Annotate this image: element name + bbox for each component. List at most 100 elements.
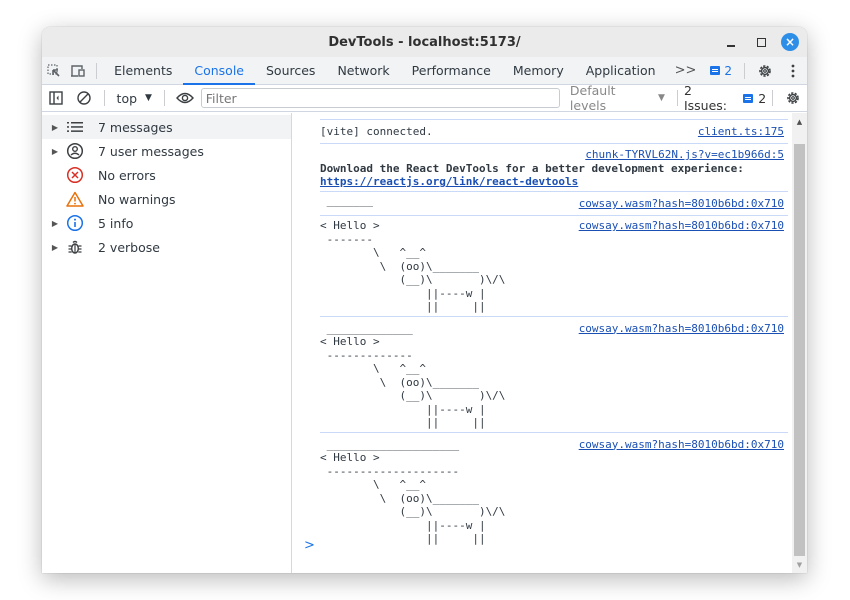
context-selector[interactable]: top ▼ bbox=[111, 91, 158, 106]
gear-icon bbox=[759, 64, 771, 77]
device-toggle-icon bbox=[71, 64, 85, 77]
eye-icon bbox=[175, 92, 194, 104]
window-title: DevTools - localhost:5173/ bbox=[328, 34, 521, 50]
sidebar-item-label: 7 user messages bbox=[98, 143, 204, 159]
filter-input[interactable]: Filter bbox=[200, 88, 560, 108]
settings-button[interactable] bbox=[751, 57, 779, 85]
divider bbox=[676, 90, 678, 106]
cowsay-output: < Hello > ------- \ ^__^ \ (oo)\_______ … bbox=[320, 219, 506, 313]
console-message: chunk-TYRVL62N.js?v=ec1b966d:5 Download … bbox=[320, 144, 788, 192]
gear-icon bbox=[787, 92, 799, 104]
tab-sources[interactable]: Sources bbox=[255, 57, 326, 85]
issues-button[interactable]: 2 Issues: 2 bbox=[684, 83, 766, 113]
message-text: Download the React DevTools for a better… bbox=[320, 162, 744, 175]
message-icon bbox=[710, 66, 721, 75]
clear-icon bbox=[76, 91, 91, 105]
title-bar: DevTools - localhost:5173/ × bbox=[42, 27, 807, 57]
maximize-button[interactable] bbox=[751, 32, 771, 52]
tab-elements[interactable]: Elements bbox=[103, 57, 183, 85]
toggle-sidebar-button[interactable] bbox=[42, 84, 70, 112]
maximize-icon bbox=[756, 37, 766, 47]
context-value: top bbox=[116, 90, 138, 106]
error-icon bbox=[64, 166, 86, 184]
sidebar-toggle-icon bbox=[49, 91, 63, 105]
console-message-truncated bbox=[320, 113, 788, 120]
device-toolbar-button[interactable] bbox=[66, 57, 90, 85]
console-prompt[interactable]: > bbox=[304, 538, 315, 553]
minimize-button[interactable] bbox=[721, 32, 741, 52]
sidebar-item-label: No warnings bbox=[98, 191, 176, 207]
tab-application[interactable]: Application bbox=[575, 57, 667, 85]
divider bbox=[103, 90, 105, 106]
tab-memory[interactable]: Memory bbox=[502, 57, 575, 85]
info-icon bbox=[64, 214, 86, 232]
console-content: ▶ 7 messages ▶ 7 user messages No errors bbox=[42, 113, 807, 573]
log-levels-dropdown[interactable]: Default levels ▼ bbox=[570, 83, 665, 113]
tab-console[interactable]: Console bbox=[183, 57, 255, 85]
inspect-element-icon bbox=[47, 63, 60, 77]
tab-network[interactable]: Network bbox=[326, 57, 400, 85]
sidebar-item-label: 7 messages bbox=[98, 119, 173, 135]
source-link[interactable]: client.ts:175 bbox=[698, 125, 784, 138]
more-tabs-button[interactable]: >> bbox=[667, 63, 705, 78]
minimize-icon bbox=[727, 45, 735, 47]
source-link[interactable]: cowsay.wasm?hash=8010b6bd:0x710 bbox=[579, 438, 784, 451]
divider bbox=[163, 90, 165, 106]
sidebar-item-label: 2 verbose bbox=[98, 239, 160, 255]
sidebar-item-messages[interactable]: ▶ 7 messages bbox=[42, 115, 291, 139]
sidebar-item-errors[interactable]: No errors bbox=[42, 163, 291, 187]
messages-badge[interactable]: 2 bbox=[704, 64, 738, 78]
console-messages: [vite] connected. client.ts:175 chunk-TY… bbox=[292, 113, 792, 573]
clear-console-button[interactable] bbox=[70, 84, 98, 112]
prompt-chevron-icon: > bbox=[304, 538, 315, 553]
source-link[interactable]: cowsay.wasm?hash=8010b6bd:0x710 bbox=[579, 197, 784, 210]
sidebar-item-info[interactable]: ▶ 5 info bbox=[42, 211, 291, 235]
console-output: [vite] connected. client.ts:175 chunk-TY… bbox=[292, 113, 807, 573]
inspect-element-button[interactable] bbox=[42, 57, 66, 85]
message-text: [vite] connected. bbox=[320, 125, 433, 138]
expand-arrow-icon: ▶ bbox=[51, 218, 58, 228]
source-link[interactable]: cowsay.wasm?hash=8010b6bd:0x710 bbox=[579, 219, 784, 232]
console-message: < Hello > ------- \ ^__^ \ (oo)\_______ … bbox=[320, 216, 788, 317]
live-expression-button[interactable] bbox=[171, 84, 199, 112]
caret-down-icon: ▼ bbox=[658, 93, 665, 103]
console-settings-button[interactable] bbox=[779, 84, 807, 112]
console-toolbar: top ▼ Filter Default levels ▼ 2 Issues: … bbox=[42, 83, 807, 113]
window-controls: × bbox=[721, 32, 799, 52]
tab-performance[interactable]: Performance bbox=[401, 57, 502, 85]
divider bbox=[772, 90, 774, 106]
react-devtools-link[interactable]: https://reactjs.org/link/react-devtools bbox=[320, 175, 578, 188]
console-sidebar: ▶ 7 messages ▶ 7 user messages No errors bbox=[42, 113, 292, 573]
console-scrollbar[interactable]: ▲ ▼ bbox=[792, 113, 807, 573]
sidebar-item-label: No errors bbox=[98, 167, 156, 183]
cowsay-output: _____________ < Hello > ------------- \ … bbox=[320, 321, 506, 430]
console-message: _______ cowsay.wasm?hash=8010b6bd:0x710 bbox=[320, 192, 788, 216]
caret-down-icon: ▼ bbox=[145, 93, 152, 103]
bug-icon bbox=[64, 238, 86, 256]
cowsay-output: ____________________ < Hello > ---------… bbox=[320, 437, 506, 546]
warning-icon bbox=[64, 190, 86, 208]
close-icon: × bbox=[784, 35, 796, 49]
source-link[interactable]: chunk-TYRVL62N.js?v=ec1b966d:5 bbox=[585, 148, 784, 161]
issues-count: 2 bbox=[758, 90, 767, 106]
scrollbar-thumb[interactable] bbox=[794, 144, 805, 556]
console-message: [vite] connected. client.ts:175 bbox=[320, 120, 788, 144]
sidebar-item-user-messages[interactable]: ▶ 7 user messages bbox=[42, 139, 291, 163]
devtools-window: DevTools - localhost:5173/ × Elements Co… bbox=[42, 27, 807, 573]
scroll-down-arrow-icon[interactable]: ▼ bbox=[792, 556, 807, 573]
scroll-up-arrow-icon[interactable]: ▲ bbox=[792, 113, 807, 130]
sidebar-item-label: 5 info bbox=[98, 215, 134, 231]
source-link[interactable]: cowsay.wasm?hash=8010b6bd:0x710 bbox=[579, 322, 784, 335]
message-icon bbox=[743, 93, 754, 103]
close-button[interactable]: × bbox=[781, 33, 799, 51]
divider bbox=[744, 62, 745, 79]
log-levels-label: Default levels bbox=[569, 83, 616, 113]
list-icon bbox=[64, 118, 86, 136]
customize-menu-button[interactable] bbox=[779, 57, 807, 85]
sidebar-item-warnings[interactable]: No warnings bbox=[42, 187, 291, 211]
sidebar-item-verbose[interactable]: ▶ 2 verbose bbox=[42, 235, 291, 259]
panel-tabbar: Elements Console Sources Network Perform… bbox=[42, 57, 807, 85]
messages-count: 2 bbox=[724, 63, 732, 78]
console-message: _____________ < Hello > ------------- \ … bbox=[320, 317, 788, 433]
issues-label: 2 Issues: bbox=[683, 83, 727, 113]
